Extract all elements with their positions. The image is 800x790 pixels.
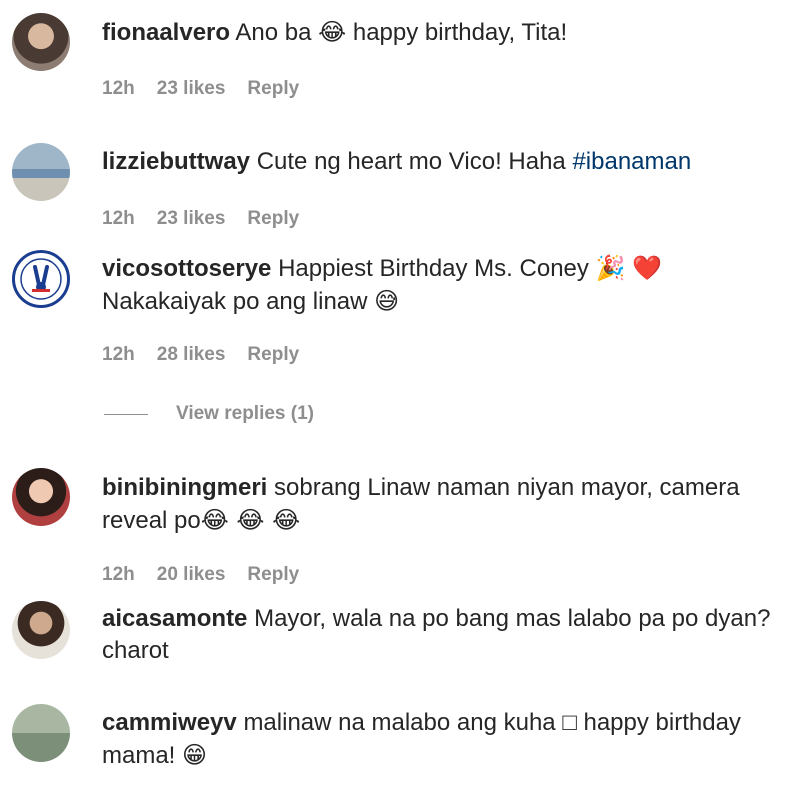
username[interactable]: vicosottoserye	[102, 255, 271, 282]
comment-body: Happiest Birthday Ms. Coney	[278, 255, 596, 282]
comment-text: vicosottoserye Happiest Birthday Ms. Con…	[102, 252, 786, 318]
avatar[interactable]	[12, 143, 70, 201]
comment-text: fionaalvero Ano ba 😂 happy birthday, Tit…	[102, 16, 786, 49]
comment-text: cammiweyv malinaw na malabo ang kuha □ h…	[102, 707, 786, 772]
reply-button[interactable]: Reply	[247, 564, 299, 586]
reply-button[interactable]: Reply	[247, 344, 299, 366]
timestamp: 12h	[102, 78, 135, 99]
red-heart-emoji: ❤️	[632, 254, 663, 282]
likes-count[interactable]: 28 likes	[157, 344, 226, 366]
username[interactable]: binibiningmeri	[102, 474, 267, 501]
timestamp: 12h	[102, 344, 135, 365]
laughing-emoji: 😂 😂 😂	[200, 506, 301, 534]
reply-button[interactable]: Reply	[247, 208, 299, 230]
comment-meta: 12h 23 likes Reply	[102, 208, 299, 230]
grimacing-emoji: 😁	[182, 741, 208, 769]
divider	[104, 413, 148, 415]
username[interactable]: aicasamonte	[102, 605, 247, 632]
comment-meta: 12h 23 likes Reply	[102, 78, 299, 100]
avatar[interactable]	[12, 250, 70, 308]
comment-body: Nakakaiyak po ang linaw	[102, 288, 375, 315]
username[interactable]: lizziebuttway	[102, 148, 250, 175]
likes-count[interactable]: 23 likes	[157, 78, 226, 100]
avatar[interactable]	[12, 704, 70, 762]
comment-text: lizziebuttway Cute ng heart mo Vico! Hah…	[102, 146, 786, 178]
likes-count[interactable]: 20 likes	[157, 564, 226, 586]
avatar[interactable]	[12, 13, 70, 71]
comment-text: aicasamonte Mayor, wala na po bang mas l…	[102, 603, 786, 667]
unrendered-glyph: □	[562, 709, 577, 736]
comment-body: happy birthday, Tita!	[346, 19, 568, 46]
avatar[interactable]	[12, 468, 70, 526]
comment-text: binibiningmeri sobrang Linaw naman niyan…	[102, 472, 786, 537]
comment-meta: 12h 28 likes Reply	[102, 344, 299, 366]
comment-body: Ano ba	[235, 19, 319, 46]
likes-count[interactable]: 23 likes	[157, 208, 226, 230]
view-replies-button[interactable]: View replies (1)	[104, 403, 314, 425]
party-popper-emoji: 🎉	[595, 254, 626, 282]
comment-body: Cute ng heart mo Vico! Haha	[256, 148, 573, 175]
username[interactable]: cammiweyv	[102, 709, 237, 736]
timestamp: 12h	[102, 564, 135, 585]
comment-body: malinaw na malabo ang kuha	[243, 709, 563, 736]
reply-button[interactable]: Reply	[247, 78, 299, 100]
view-replies-label: View replies (1)	[176, 403, 314, 424]
timestamp: 12h	[102, 208, 135, 229]
peace-sign-logo-icon	[20, 258, 62, 300]
hashtag-link[interactable]: #ibanaman	[572, 148, 691, 175]
sweat-smile-emoji: 😅	[374, 287, 400, 315]
laughing-emoji: 😂	[318, 18, 347, 46]
avatar[interactable]	[12, 601, 70, 659]
username[interactable]: fionaalvero	[102, 19, 230, 46]
comment-meta: 12h 20 likes Reply	[102, 564, 299, 586]
